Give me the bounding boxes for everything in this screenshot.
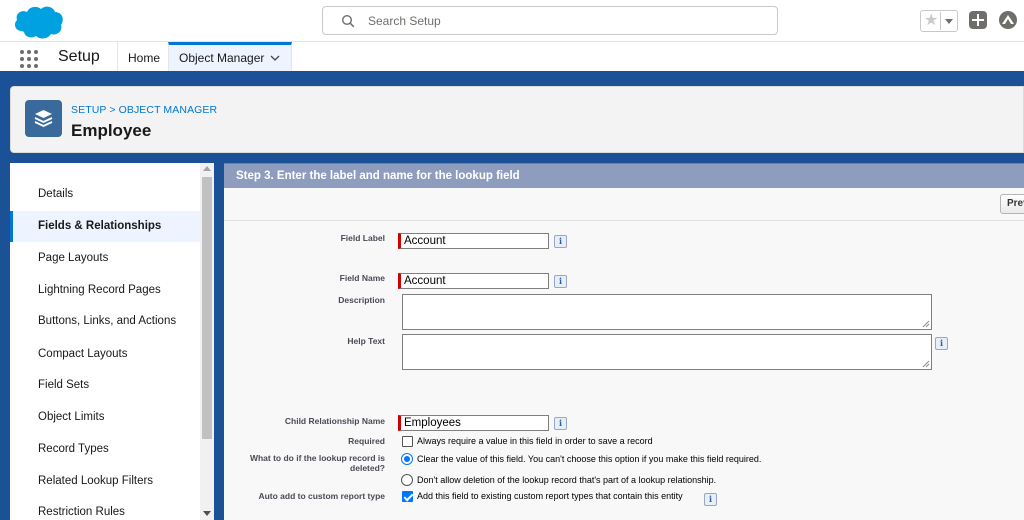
prevent-deletion-radio[interactable] [401, 474, 413, 486]
child-relationship-info-icon[interactable]: i [554, 417, 567, 430]
auto-add-option-text: Add this field to existing custom report… [417, 491, 683, 501]
help-text-info-icon[interactable]: i [935, 337, 948, 350]
scroll-up-arrow-icon[interactable] [203, 166, 211, 171]
tab-object-manager[interactable]: Object Manager [168, 42, 292, 71]
trailhead-help-icon[interactable] [998, 10, 1018, 30]
sidebar-item-fields-relationships[interactable]: Fields & Relationships [10, 211, 200, 242]
auto-add-label: Auto add to custom report type [258, 491, 385, 501]
context-nav-bar: Setup Home Object Manager [0, 42, 1024, 74]
description-textarea[interactable] [402, 294, 932, 330]
app-name: Setup [58, 48, 100, 65]
sidebar-item-field-sets[interactable]: Field Sets [10, 370, 200, 401]
sidebar-item-related-lookup-filters[interactable]: Related Lookup Filters [10, 466, 200, 497]
field-label-input[interactable]: Account [398, 233, 549, 249]
search-icon [341, 14, 355, 28]
help-text-label: Help Text [347, 336, 385, 346]
step-button-bar: Previous [224, 188, 1024, 221]
sidebar-item-compact-layouts[interactable]: Compact Layouts [10, 339, 200, 370]
on-delete-label: What to do if the lookup record is delet… [249, 453, 385, 473]
search-setup-input[interactable]: Search Setup [322, 6, 778, 35]
scroll-down-arrow-icon[interactable] [203, 511, 211, 516]
breadcrumb[interactable]: SETUP > OBJECT MANAGER [71, 104, 217, 116]
description-label: Description [338, 295, 385, 305]
auto-add-info-icon[interactable]: i [704, 493, 717, 506]
layers-icon [34, 110, 53, 127]
search-placeholder: Search Setup [368, 14, 441, 28]
scrollbar-thumb[interactable] [202, 177, 212, 439]
child-relationship-input[interactable]: Employees [398, 415, 549, 431]
favorites-dropdown-icon[interactable] [940, 12, 956, 30]
sidebar-item-page-layouts[interactable]: Page Layouts [10, 243, 200, 274]
resize-grip-icon[interactable] [922, 360, 930, 368]
tab-object-manager-label: Object Manager [179, 51, 265, 65]
resize-grip-icon[interactable] [922, 320, 930, 328]
help-text-textarea[interactable] [402, 334, 932, 370]
sidebar-scrollbar[interactable] [200, 163, 214, 520]
sidebar-item-record-types[interactable]: Record Types [10, 434, 200, 465]
object-page-header: SETUP > OBJECT MANAGER Employee [10, 86, 1024, 153]
sidebar-item-restriction-rules[interactable]: Restriction Rules [10, 497, 200, 520]
object-icon [25, 100, 62, 137]
field-name-label: Field Name [339, 273, 385, 283]
global-actions-add-icon[interactable] [969, 11, 987, 29]
sidebar-item-details[interactable]: Details [10, 179, 200, 210]
field-name-info-icon[interactable]: i [554, 275, 567, 288]
auto-add-checkbox[interactable] [402, 491, 413, 502]
child-relationship-label: Child Relationship Name [284, 416, 385, 426]
salesforce-logo[interactable] [12, 4, 64, 40]
required-label: Required [348, 436, 385, 446]
sidebar-item-lightning-record-pages[interactable]: Lightning Record Pages [10, 275, 200, 306]
prevent-deletion-option-text: Don't allow deletion of the lookup recor… [417, 475, 717, 485]
app-launcher-icon[interactable] [20, 50, 38, 68]
favorites-button[interactable]: ★ [920, 10, 958, 32]
sidebar-item-buttons-links-actions[interactable]: Buttons, Links, and Actions [10, 306, 200, 337]
field-label-label: Field Label [340, 233, 385, 243]
required-option-text: Always require a value in this field in … [417, 436, 653, 446]
page-title: Employee [71, 121, 152, 140]
previous-button[interactable]: Previous [1000, 194, 1024, 214]
chevron-down-icon[interactable] [270, 53, 280, 63]
sidebar-item-object-limits[interactable]: Object Limits [10, 402, 200, 433]
required-checkbox[interactable] [402, 436, 413, 447]
step-title: Step 3. Enter the label and name for the… [224, 163, 1024, 188]
clear-value-radio[interactable] [401, 453, 413, 465]
lookup-field-wizard: Step 3. Enter the label and name for the… [224, 163, 1024, 520]
global-header: Search Setup ★ [0, 0, 1024, 42]
clear-value-option-text: Clear the value of this field. You can't… [417, 454, 762, 464]
object-manager-sidebar: Details Fields & Relationships Page Layo… [10, 163, 214, 520]
field-label-info-icon[interactable]: i [554, 235, 567, 248]
tab-home[interactable]: Home [117, 42, 168, 71]
field-name-input[interactable]: Account [398, 273, 549, 289]
star-icon: ★ [924, 12, 939, 29]
